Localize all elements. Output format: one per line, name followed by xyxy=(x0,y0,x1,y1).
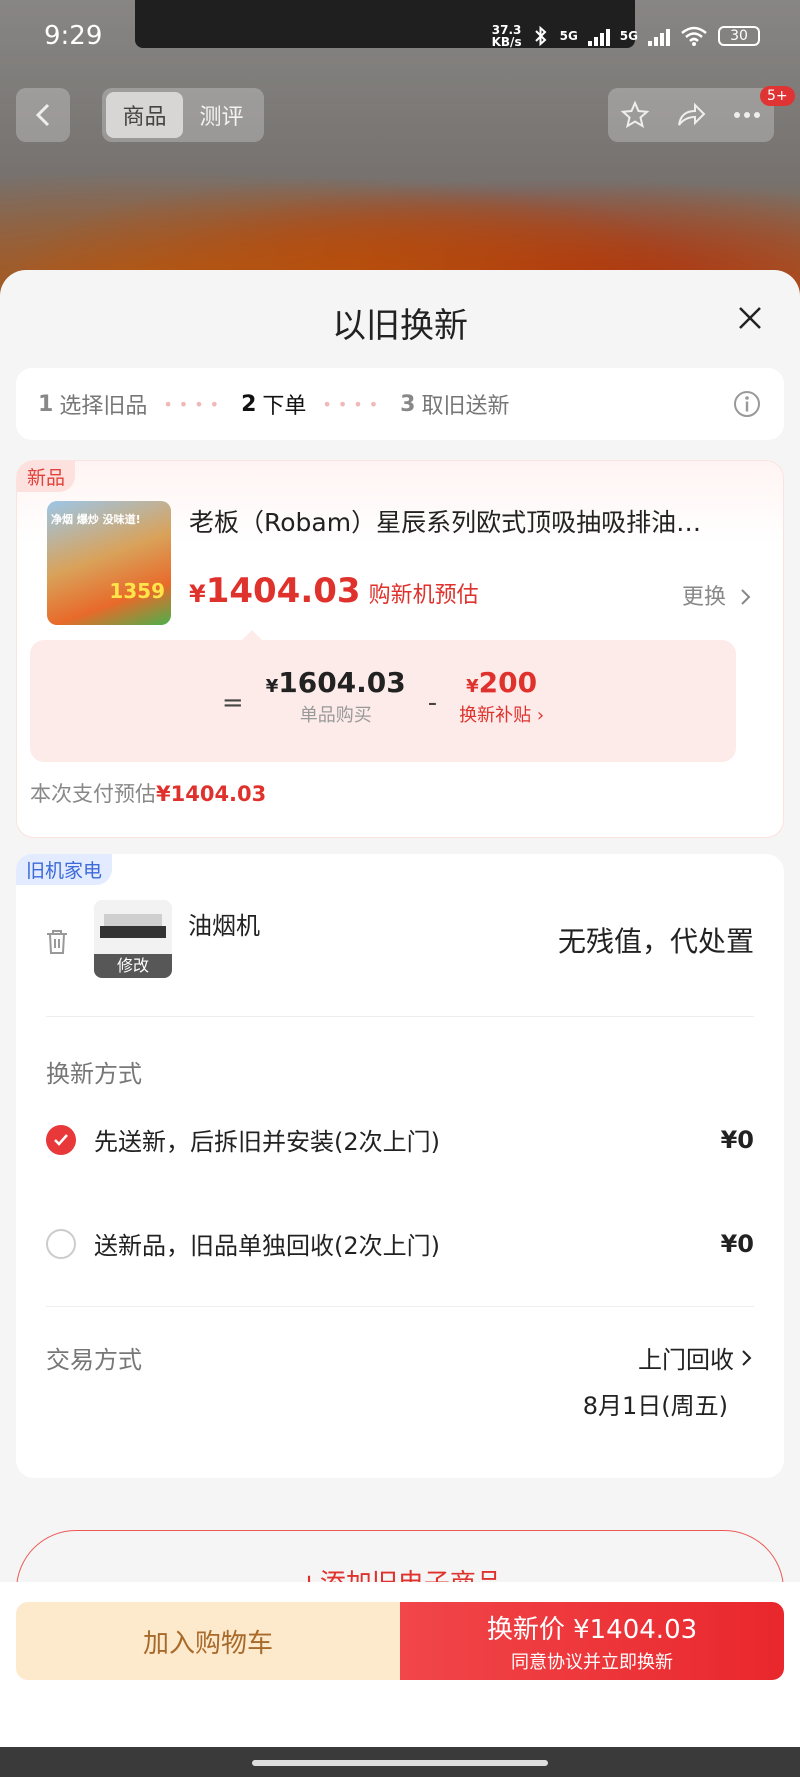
method-label: 换新方式 xyxy=(46,1060,142,1088)
method-option-2[interactable]: 送新品，旧品单独回收(2次上门) ¥0 xyxy=(46,1226,754,1261)
more-icon[interactable] xyxy=(732,110,762,120)
radio-unchecked-icon[interactable] xyxy=(46,1228,76,1259)
chevron-right-icon xyxy=(742,1349,752,1366)
tab-review[interactable]: 测评 xyxy=(183,92,260,138)
back-button[interactable] xyxy=(16,88,70,142)
subsidy-item[interactable]: ¥200 换新补贴 › xyxy=(459,666,544,727)
divider xyxy=(46,1306,754,1307)
price-note: 购新机预估 xyxy=(368,583,479,608)
status-icons: 37.3 KB/s 5G 5G 30 xyxy=(492,24,760,48)
trade-label: 交易方式 xyxy=(46,1346,142,1374)
unit-price-label: 单品购买 xyxy=(299,705,372,726)
product-name[interactable]: 老板（Robam）星辰系列欧式顶吸抽吸排油… xyxy=(189,503,749,539)
product-nav-bar: 商品 测评 5+ xyxy=(0,86,800,144)
step-separator: •••• xyxy=(163,394,226,414)
old-appliance-card: 旧机家电 修改 油烟机 无残值，代处置 换新方式 先送新，后拆旧并安装(2次上门… xyxy=(16,854,784,1478)
nav-actions xyxy=(608,88,774,142)
back-arrow-icon xyxy=(35,103,50,127)
price-breakdown: = ¥1604.03 单品购买 - ¥200 换新补贴 › xyxy=(30,630,736,762)
old-appliance-tag: 旧机家电 xyxy=(16,854,113,885)
gesture-bar[interactable] xyxy=(252,1760,548,1766)
method-option-label: 先送新，后拆旧并安装(2次上门) xyxy=(94,1128,440,1156)
divider xyxy=(46,1016,754,1017)
step-2: 2 下单 xyxy=(241,391,307,420)
product-tabs: 商品 测评 xyxy=(102,88,264,142)
sheet-header: 以旧换新 xyxy=(0,270,800,366)
equals-sign: = xyxy=(221,688,244,718)
pay-estimate: 本次支付预估¥1404.03 xyxy=(30,782,267,806)
old-appliance-image[interactable]: 修改 xyxy=(94,900,172,978)
signal-icon-2 xyxy=(648,26,670,46)
trash-icon[interactable] xyxy=(44,928,70,956)
favorite-star-icon[interactable] xyxy=(620,100,650,130)
unit-price-item: ¥1604.03 单品购买 xyxy=(266,666,406,727)
info-icon[interactable] xyxy=(732,389,762,419)
old-appliance-name: 油烟机 xyxy=(188,912,260,940)
subsidy-value: ¥200 xyxy=(466,666,538,699)
trade-method-selector[interactable]: 上门回收 xyxy=(638,1340,754,1375)
method-option-price: ¥0 xyxy=(720,1125,754,1154)
chevron-right-icon xyxy=(741,589,751,605)
method-option-label: 送新品，旧品单独回收(2次上门) xyxy=(94,1232,440,1260)
unit-price-value: ¥1604.03 xyxy=(265,666,406,699)
battery-icon: 30 xyxy=(718,26,760,46)
bottom-action-bar: 加入购物车 换新价 ¥1404.03 同意协议并立即换新 xyxy=(0,1582,800,1747)
trade-in-button[interactable]: 换新价 ¥1404.03 同意协议并立即换新 xyxy=(400,1602,784,1680)
share-icon[interactable] xyxy=(675,101,707,129)
minus-sign: - xyxy=(427,688,438,718)
sheet-title: 以旧换新 xyxy=(332,306,468,346)
step-indicator: 1 选择旧品 •••• 2 下单 •••• 3 取旧送新 xyxy=(16,368,784,440)
network-label-1: 5G xyxy=(559,29,578,43)
old-appliance-value: 无残值，代处置 xyxy=(557,925,754,958)
subsidy-label: 换新补贴 › xyxy=(459,705,545,726)
tab-product[interactable]: 商品 xyxy=(106,92,183,138)
chevron-right-icon: › xyxy=(536,705,545,726)
product-price-line: ¥1404.03 购新机预估 xyxy=(189,571,479,611)
new-product-tag: 新品 xyxy=(17,461,76,492)
step-1: 1 选择旧品 xyxy=(38,391,148,420)
product-price: ¥1404.03 xyxy=(189,571,361,611)
radio-checked-icon[interactable] xyxy=(46,1124,76,1155)
wifi-icon xyxy=(681,26,707,46)
bluetooth-icon xyxy=(534,25,547,47)
method-option-1[interactable]: 先送新，后拆旧并安装(2次上门) ¥0 xyxy=(46,1122,754,1157)
signal-icon xyxy=(587,26,610,46)
trade-date[interactable]: 8月1日(周五) xyxy=(583,1386,728,1421)
net-speed: 37.3 KB/s xyxy=(491,23,522,49)
close-icon[interactable] xyxy=(728,296,772,340)
network-label-2: 5G xyxy=(619,29,638,43)
add-to-cart-button[interactable]: 加入购物车 xyxy=(16,1602,400,1680)
step-separator: •••• xyxy=(322,394,385,414)
product-image[interactable]: 净烟 爆炒 没味道! 1359 xyxy=(47,501,171,625)
notification-badge: 5+ xyxy=(760,86,795,106)
status-bar: 9:29 37.3 KB/s 5G 5G 30 xyxy=(0,0,800,72)
change-product-link[interactable]: 更换 xyxy=(682,579,753,611)
trade-in-sheet: 以旧换新 1 选择旧品 •••• 2 下单 •••• 3 取旧送新 新品 净烟 … xyxy=(0,270,800,1747)
edit-label[interactable]: 修改 xyxy=(94,954,172,978)
step-3: 3 取旧送新 xyxy=(400,391,510,420)
method-option-price: ¥0 xyxy=(720,1229,754,1258)
status-time: 9:29 xyxy=(44,21,103,51)
